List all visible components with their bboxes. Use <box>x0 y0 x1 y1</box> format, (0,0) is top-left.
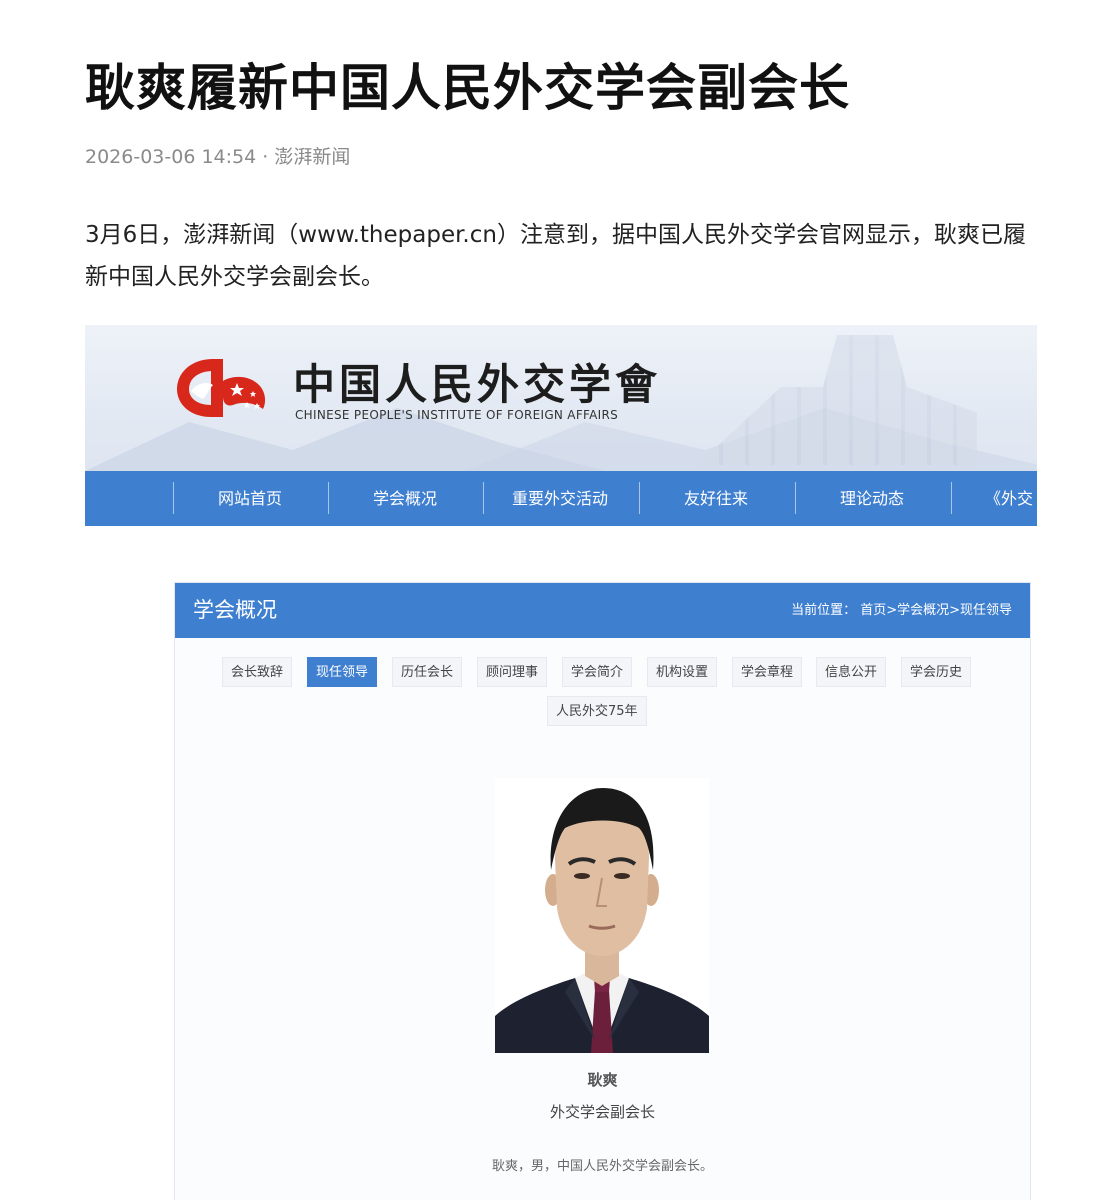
nav-item-overview[interactable]: 学会概况 <box>328 471 482 526</box>
subtab-advisors-council[interactable]: 顾问理事 <box>477 657 548 687</box>
subtab-organization[interactable]: 机构设置 <box>647 657 718 687</box>
person-role: 外交学会副会长 <box>549 1103 655 1121</box>
subtab-president-speech[interactable]: 会长致辞 <box>222 657 293 687</box>
person-bio: 耿爽，男，中国人民外交学会副会长。 <box>491 1159 713 1174</box>
portrait-photo <box>495 778 709 1053</box>
subtab-75-years[interactable]: 人民外交75年 <box>547 696 647 726</box>
breadcrumb[interactable]: 当前位置： 首页>学会概况>现任领导 <box>791 583 1012 638</box>
nav-item-theory[interactable]: 理论动态 <box>795 471 949 526</box>
nav-item-diplomatic-activities[interactable]: 重要外交活动 <box>483 471 637 526</box>
source-link[interactable]: 澎湃新闻 <box>274 146 350 168</box>
publish-date: 2026-03-06 14:54 <box>85 146 257 168</box>
subtab-history[interactable]: 学会历史 <box>901 657 972 687</box>
subtab-disclosure[interactable]: 信息公开 <box>816 657 887 687</box>
logo-chinese-name: 中国人民外交学會 <box>293 360 662 409</box>
embedded-website-screenshot: 中国人民外交学會 CHINESE PEOPLE'S INSTITUTE OF F… <box>85 325 1037 1200</box>
content-panel: 学会概况 当前位置： 首页>学会概况>现任领导 会长致辞 现任领导 历任会长 顾… <box>174 582 1031 1200</box>
panel-title: 学会概况 <box>193 598 277 622</box>
site-banner: 中国人民外交学會 CHINESE PEOPLE'S INSTITUTE OF F… <box>85 325 1037 471</box>
institute-logo-icon <box>177 359 266 417</box>
person-name: 耿爽 <box>587 1071 618 1089</box>
subtab-current-leaders[interactable]: 现任领导 <box>307 657 378 687</box>
site-nav: 网站首页 学会概况 重要外交活动 友好往来 理论动态 《外交 <box>85 471 1037 526</box>
article-meta: 2026-03-06 14:54 · 澎湃新闻 <box>85 142 350 169</box>
meta-separator: · <box>256 146 275 168</box>
nav-item-friendly-exchanges[interactable]: 友好往来 <box>639 471 793 526</box>
nav-item-journal[interactable]: 《外交 <box>951 471 1037 526</box>
article-title: 耿爽履新中国人民外交学会副会长 <box>85 59 850 117</box>
logo-english-name: CHINESE PEOPLE'S INSTITUTE OF FOREIGN AF… <box>295 408 619 422</box>
nav-item-home[interactable]: 网站首页 <box>173 471 327 526</box>
banner-great-wall-art <box>697 335 977 465</box>
subtab-former-presidents[interactable]: 历任会长 <box>392 657 463 687</box>
subtab-charter[interactable]: 学会章程 <box>732 657 803 687</box>
subtab-introduction[interactable]: 学会简介 <box>562 657 633 687</box>
article-lead: 3月6日，澎湃新闻（www.thepaper.cn）注意到，据中国人民外交学会官… <box>85 222 1026 290</box>
panel-header: 学会概况 当前位置： 首页>学会概况>现任领导 <box>175 583 1030 638</box>
